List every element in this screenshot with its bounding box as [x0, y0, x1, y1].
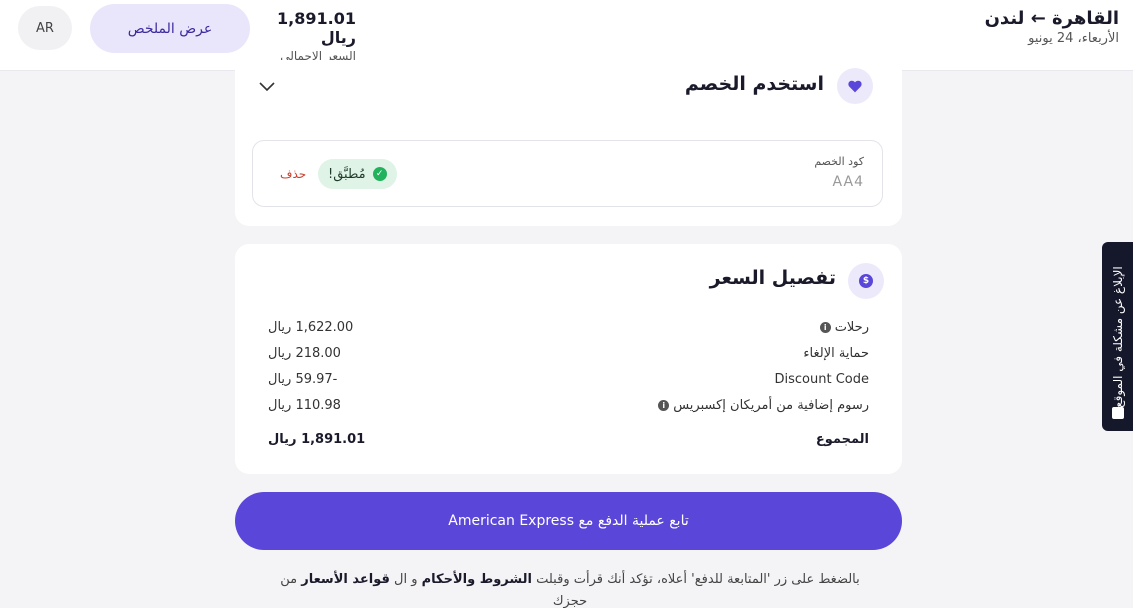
discount-title: استخدم الخصم [684, 73, 824, 95]
continue-payment-button[interactable]: تابع عملية الدفع مع American Express [235, 492, 902, 550]
language-button[interactable]: AR [18, 6, 72, 50]
info-icon[interactable]: i [819, 321, 831, 333]
price-row-label: رحلات [834, 319, 869, 335]
total-price: 1,891.01 ريال [277, 9, 356, 47]
route-title: القاهرة ← لندن [984, 8, 1119, 29]
delete-discount-link[interactable]: حذف [280, 167, 306, 181]
header-total: 1,891.01 ريال السعر الإجمالي [266, 9, 356, 63]
price-row-label-wrap: رحلات i [819, 319, 869, 335]
price-row-total: 1,891.01 ريال المجموع [268, 430, 869, 448]
info-icon[interactable]: i [658, 399, 670, 411]
feedback-icon [1112, 407, 1124, 419]
price-row-value: -59.97 ريال [268, 371, 338, 387]
heart-icon [837, 68, 873, 104]
dollar-icon: $ [848, 263, 884, 299]
price-total-label: المجموع [815, 431, 869, 447]
price-breakdown-card: $ تفصيل السعر 1,622.00 ريال رحلات i 218.… [235, 244, 902, 474]
price-row-discount: -59.97 ريال Discount Code [268, 370, 869, 388]
price-row-value: 110.98 ريال [268, 397, 341, 413]
price-row-label: Discount Code [774, 371, 870, 387]
price-row-label: حماية الإلغاء [803, 345, 869, 361]
terms-conditions-link[interactable]: الشروط والأحكام [422, 572, 532, 587]
price-row-amex-fee: 110.98 ريال رسوم إضافية من أمريكان إكسبر… [268, 396, 869, 414]
price-row-label-wrap: رسوم إضافية من أمريكان إكسبريس i [658, 398, 869, 413]
report-issue-label: الإبلاغ عن مشكلة في الموقع [1110, 265, 1125, 408]
view-summary-button[interactable]: عرض الملخص [90, 4, 250, 53]
discount-code-label: كود الخصم [814, 155, 864, 168]
discount-code-box: كود الخصم AA4 ✓ مُطبَّق! حذف [252, 140, 883, 207]
price-row-flights: 1,622.00 ريال رحلات i [268, 318, 869, 336]
price-breakdown-title: تفصيل السعر [709, 267, 836, 289]
route-date: الأربعاء، 24 يونيو [1028, 31, 1119, 46]
report-issue-tab[interactable]: الإبلاغ عن مشكلة في الموقع [1102, 242, 1133, 431]
fare-rules-link[interactable]: قواعد الأسعار [301, 572, 390, 587]
terms-text: بالضغط على زر 'المتابعة للدفع' أعلاه، تؤ… [280, 569, 860, 608]
applied-badge-label: مُطبَّق! [328, 166, 366, 182]
chevron-down-icon[interactable] [257, 76, 277, 96]
check-icon: ✓ [372, 167, 387, 181]
route-info: القاهرة ← لندن الأربعاء، 24 يونيو [985, 8, 1119, 46]
price-row-value: 218.00 ريال [268, 345, 341, 361]
discount-card: استخدم الخصم كود الخصم AA4 ✓ مُطبَّق! حذ… [235, 60, 902, 226]
terms-and: و ال [394, 572, 418, 587]
discount-code-value: AA4 [832, 174, 864, 190]
price-row-label: رسوم إضافية من أمريكان إكسبريس [673, 397, 869, 413]
terms-prefix: بالضغط على زر 'المتابعة للدفع' أعلاه، تؤ… [536, 572, 860, 587]
applied-badge: ✓ مُطبَّق! [318, 159, 397, 189]
price-row-cancellation: 218.00 ريال حماية الإلغاء [268, 344, 869, 362]
price-row-value: 1,622.00 ريال [268, 319, 354, 335]
price-total-value: 1,891.01 ريال [268, 431, 366, 447]
